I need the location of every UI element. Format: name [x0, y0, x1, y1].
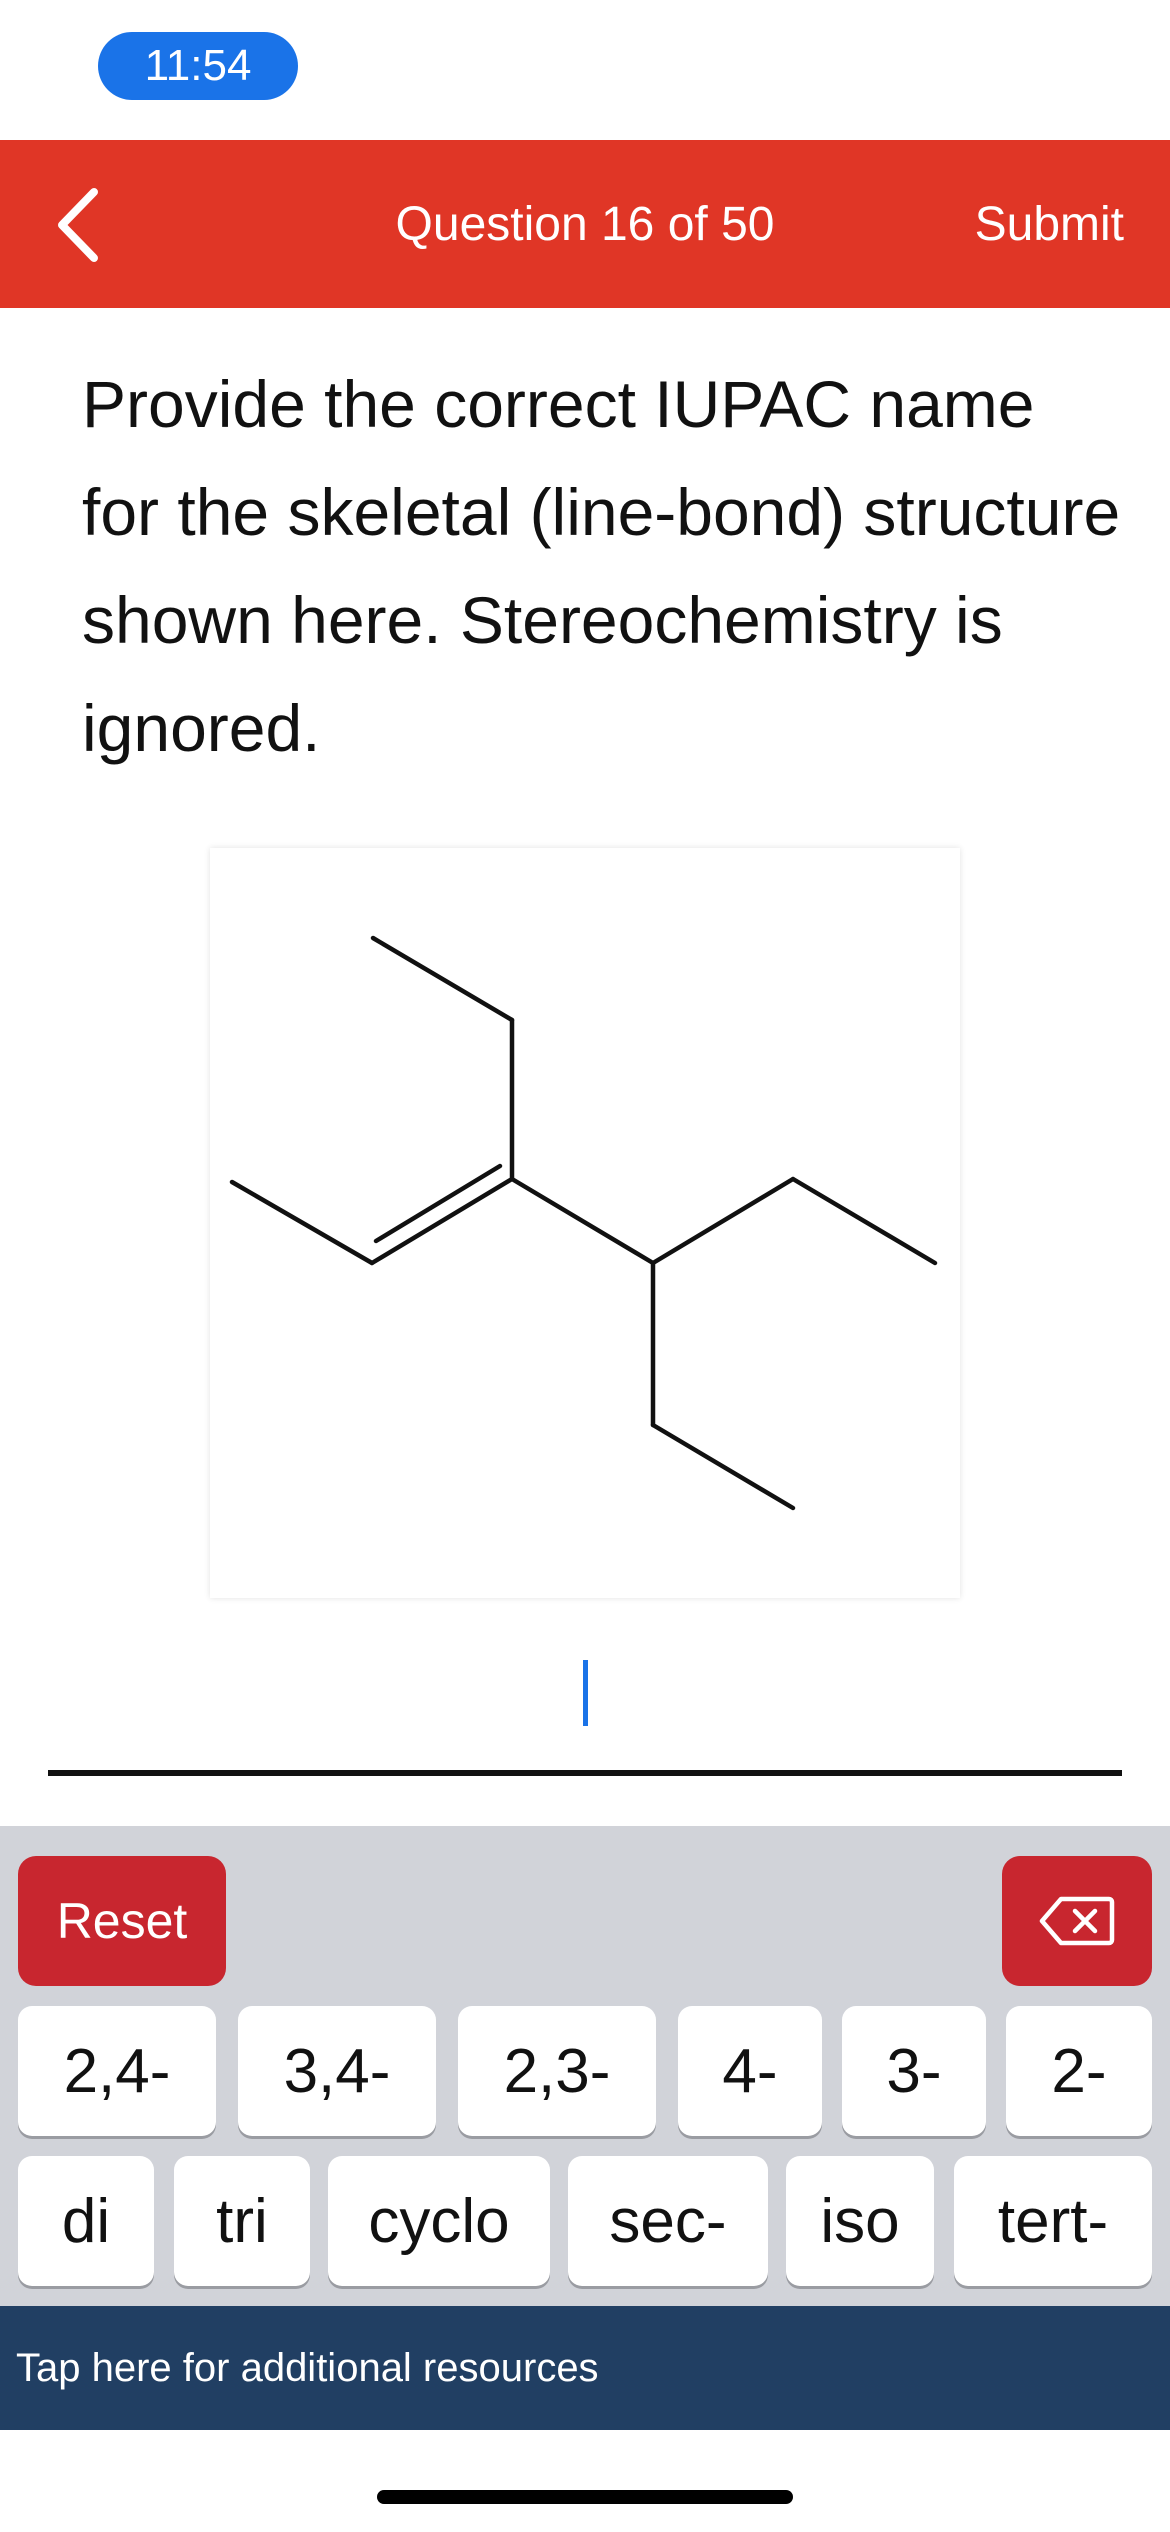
answer-underline	[48, 1770, 1122, 1776]
key-sec[interactable]: sec-	[568, 2156, 768, 2286]
key-di[interactable]: di	[18, 2156, 154, 2286]
answer-keyboard: Reset 2,4- 3,4- 2,3- 4- 3- 2- di tri cyc…	[0, 1826, 1170, 2306]
resources-link[interactable]: Tap here for additional resources	[0, 2306, 1170, 2430]
structure-image	[210, 848, 960, 1598]
status-time: 11:54	[98, 32, 298, 100]
home-indicator	[377, 2490, 793, 2504]
chevron-left-icon	[58, 188, 98, 262]
key-2-4[interactable]: 2,4-	[18, 2006, 216, 2136]
key-cyclo[interactable]: cyclo	[328, 2156, 550, 2286]
key-tri[interactable]: tri	[174, 2156, 310, 2286]
text-cursor	[583, 1660, 588, 1726]
header-bar: Question 16 of 50 Submit	[0, 140, 1170, 308]
key-2[interactable]: 2-	[1006, 2006, 1152, 2136]
key-4[interactable]: 4-	[678, 2006, 822, 2136]
reset-button[interactable]: Reset	[18, 1856, 226, 1986]
key-3-4[interactable]: 3,4-	[238, 2006, 436, 2136]
answer-field[interactable]	[48, 1640, 1122, 1776]
back-button[interactable]	[50, 180, 130, 270]
key-tert[interactable]: tert-	[954, 2156, 1152, 2286]
backspace-icon	[1039, 1896, 1115, 1946]
delete-button[interactable]	[1002, 1856, 1152, 1986]
skeletal-structure	[229, 935, 938, 1511]
submit-button[interactable]: Submit	[975, 140, 1124, 308]
question-text: Provide the correct IUPAC name for the s…	[82, 367, 1121, 765]
key-3[interactable]: 3-	[842, 2006, 986, 2136]
key-iso[interactable]: iso	[786, 2156, 934, 2286]
key-2-3[interactable]: 2,3-	[458, 2006, 656, 2136]
